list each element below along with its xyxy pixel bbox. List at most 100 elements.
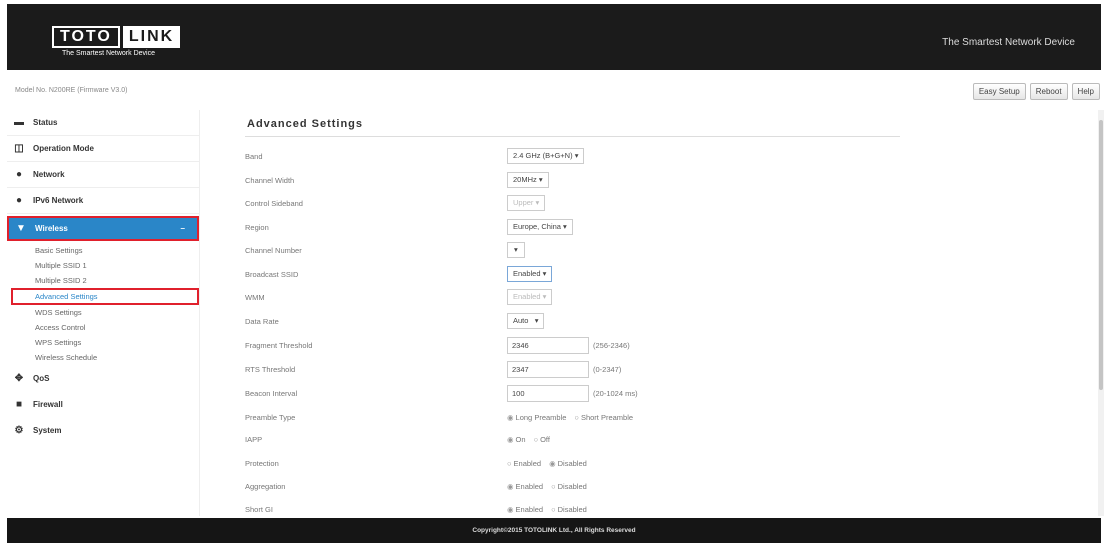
data-rate-select[interactable]: Auto ▾ bbox=[507, 313, 545, 329]
iapp-label: IAPP bbox=[245, 434, 263, 444]
sidebar-item-network[interactable]: ● Network bbox=[7, 162, 199, 188]
protection-row: Protection ○ Enabled ◉ Disabled bbox=[245, 454, 945, 472]
windows-icon: ◫ bbox=[14, 143, 24, 154]
vertical-scrollbar[interactable] bbox=[1098, 110, 1104, 516]
logo-tagline: The Smartest Network Device bbox=[62, 50, 155, 57]
aggregation-row: Aggregation ◉ Enabled ○ Disabled bbox=[245, 477, 945, 495]
control-sideband-select: Upper ▾ bbox=[507, 195, 546, 211]
channel-number-label: Channel Number bbox=[245, 245, 302, 255]
sidebar-item-firewall[interactable]: ■ Firewall bbox=[7, 391, 199, 417]
aggregation-enabled-radio[interactable]: ◉ Enabled bbox=[507, 482, 543, 491]
title-divider bbox=[245, 136, 900, 137]
fragment-threshold-input[interactable]: 2346 bbox=[507, 336, 589, 354]
page-title: Advanced Settings bbox=[247, 118, 364, 130]
sidebar-item-status[interactable]: ▬ Status bbox=[7, 110, 199, 136]
radio-checked-icon: ◉ bbox=[507, 412, 514, 422]
top-button-group: Easy Setup Reboot Help bbox=[972, 83, 1100, 100]
channel-width-label: Channel Width bbox=[245, 175, 295, 185]
sidebar-item-system[interactable]: ⚙ System bbox=[7, 417, 199, 443]
short-gi-disabled-radio[interactable]: ○ Disabled bbox=[551, 505, 587, 514]
preamble-type-row: Preamble Type ◉ Long Preamble ○ Short Prea… bbox=[245, 408, 945, 426]
wmm-value: Enabled bbox=[513, 292, 541, 301]
band-value: 2.4 GHz (B+G+N) bbox=[513, 151, 573, 160]
sidebar-item-label: QoS bbox=[33, 373, 50, 383]
band-row: Band 2.4 GHz (B+G+N) ▾ bbox=[245, 147, 945, 165]
sidebar-subitem-advanced-settings[interactable]: Advanced Settings bbox=[11, 288, 199, 305]
protection-enabled-label: Enabled bbox=[513, 458, 542, 468]
region-row: Region Europe, China ▾ bbox=[245, 218, 945, 236]
rts-threshold-hint: (0-2347) bbox=[593, 364, 622, 374]
aggregation-label: Aggregation bbox=[245, 481, 286, 491]
radio-unchecked-icon: ○ bbox=[507, 458, 512, 468]
iapp-off-radio[interactable]: ○ Off bbox=[534, 435, 550, 444]
iapp-on-radio[interactable]: ◉ On bbox=[507, 435, 526, 444]
region-label: Region bbox=[245, 222, 269, 232]
protection-label: Protection bbox=[245, 458, 279, 468]
channel-width-row: Channel Width 20MHz ▾ bbox=[245, 171, 945, 189]
short-preamble-label: Short Preamble bbox=[580, 412, 634, 422]
control-sideband-label: Control Sideband bbox=[245, 198, 303, 208]
rts-threshold-row: RTS Threshold 2347 (0-2347) bbox=[245, 360, 945, 378]
fragment-threshold-hint: (256-2346) bbox=[593, 340, 630, 350]
sidebar-subitem-wds-settings[interactable]: WDS Settings bbox=[7, 305, 199, 320]
control-sideband-value: Upper bbox=[513, 198, 534, 207]
channel-number-select[interactable]: ▾ bbox=[507, 242, 525, 258]
header-bar: TOTO LINK The Smartest Network Device Th… bbox=[7, 4, 1101, 70]
sidebar-item-qos[interactable]: ✥ QoS bbox=[7, 365, 199, 391]
sidebar-item-operation-mode[interactable]: ◫ Operation Mode bbox=[7, 136, 199, 162]
sidebar-item-label: Firewall bbox=[33, 399, 63, 409]
radio-checked-icon: ◉ bbox=[549, 458, 556, 468]
sidebar-item-wireless[interactable]: ▼ Wireless – bbox=[7, 216, 199, 241]
monitor-icon: ▬ bbox=[14, 117, 24, 128]
sidebar-subitem-multiple-ssid-2[interactable]: Multiple SSID 2 bbox=[7, 273, 199, 288]
broadcast-ssid-row: Broadcast SSID Enabled ▾ bbox=[245, 265, 945, 283]
qos-icon: ✥ bbox=[14, 372, 24, 384]
aggregation-disabled-radio[interactable]: ○ Disabled bbox=[551, 482, 587, 491]
help-button[interactable]: Help bbox=[1071, 83, 1100, 100]
sidebar-subitem-wireless-schedule[interactable]: Wireless Schedule bbox=[7, 350, 199, 365]
sidebar-subitem-basic-settings[interactable]: Basic Settings bbox=[7, 243, 199, 258]
data-rate-row: Data Rate Auto ▾ bbox=[245, 312, 945, 330]
region-select[interactable]: Europe, China ▾ bbox=[507, 219, 573, 235]
iapp-off-label: Off bbox=[540, 434, 550, 444]
sidebar-item-ipv6-network[interactable]: ● IPv6 Network bbox=[7, 188, 199, 214]
band-select[interactable]: 2.4 GHz (B+G+N) ▾ bbox=[507, 148, 585, 164]
sidebar-item-label: Status bbox=[33, 118, 58, 127]
beacon-interval-label: Beacon Interval bbox=[245, 388, 298, 398]
sidebar-item-label: Wireless bbox=[35, 224, 68, 233]
logo-toto-text: TOTO bbox=[52, 26, 120, 48]
globe-icon: ● bbox=[15, 195, 23, 206]
sidebar-subitem-multiple-ssid-1[interactable]: Multiple SSID 1 bbox=[7, 258, 199, 273]
rts-threshold-input[interactable]: 2347 bbox=[507, 360, 589, 378]
footer-bar: Copyright©2015 TOTOLINK Ltd., All Rights… bbox=[7, 518, 1101, 543]
beacon-interval-hint: (20-1024 ms) bbox=[593, 388, 638, 398]
short-preamble-radio[interactable]: ○ Short Preamble bbox=[574, 413, 633, 422]
band-label: Band bbox=[245, 151, 263, 161]
sidebar-subitem-access-control[interactable]: Access Control bbox=[7, 320, 199, 335]
channel-number-row: Channel Number ▾ bbox=[245, 241, 945, 259]
scrollbar-thumb[interactable] bbox=[1099, 120, 1103, 390]
totolink-logo[interactable]: TOTO LINK The Smartest Network Device bbox=[52, 26, 212, 66]
radio-checked-icon: ◉ bbox=[507, 504, 514, 514]
sidebar-item-label: Operation Mode bbox=[33, 144, 94, 153]
iapp-row: IAPP ◉ On ○ Off bbox=[245, 430, 945, 448]
beacon-interval-input[interactable]: 100 bbox=[507, 384, 589, 402]
broadcast-ssid-select[interactable]: Enabled ▾ bbox=[507, 266, 553, 282]
short-gi-enabled-radio[interactable]: ◉ Enabled bbox=[507, 505, 543, 514]
short-gi-enabled-label: Enabled bbox=[515, 504, 544, 514]
aggregation-disabled-label: Disabled bbox=[557, 481, 587, 491]
radio-unchecked-icon: ○ bbox=[533, 434, 539, 444]
sidebar-item-label: System bbox=[33, 425, 62, 435]
protection-disabled-radio[interactable]: ◉ Disabled bbox=[549, 459, 587, 468]
data-rate-value: Auto bbox=[513, 316, 529, 325]
long-preamble-radio[interactable]: ◉ Long Preamble bbox=[507, 413, 566, 422]
broadcast-ssid-label: Broadcast SSID bbox=[245, 269, 299, 279]
protection-enabled-radio[interactable]: ○ Enabled bbox=[507, 459, 541, 468]
sidebar-subitem-wps-settings[interactable]: WPS Settings bbox=[7, 335, 199, 350]
reboot-button[interactable]: Reboot bbox=[1029, 83, 1068, 100]
easy-setup-button[interactable]: Easy Setup bbox=[972, 83, 1026, 100]
wifi-icon: ▼ bbox=[16, 223, 26, 234]
data-rate-label: Data Rate bbox=[245, 316, 279, 326]
iapp-on-label: On bbox=[515, 434, 526, 444]
channel-width-select[interactable]: 20MHz ▾ bbox=[507, 172, 549, 188]
